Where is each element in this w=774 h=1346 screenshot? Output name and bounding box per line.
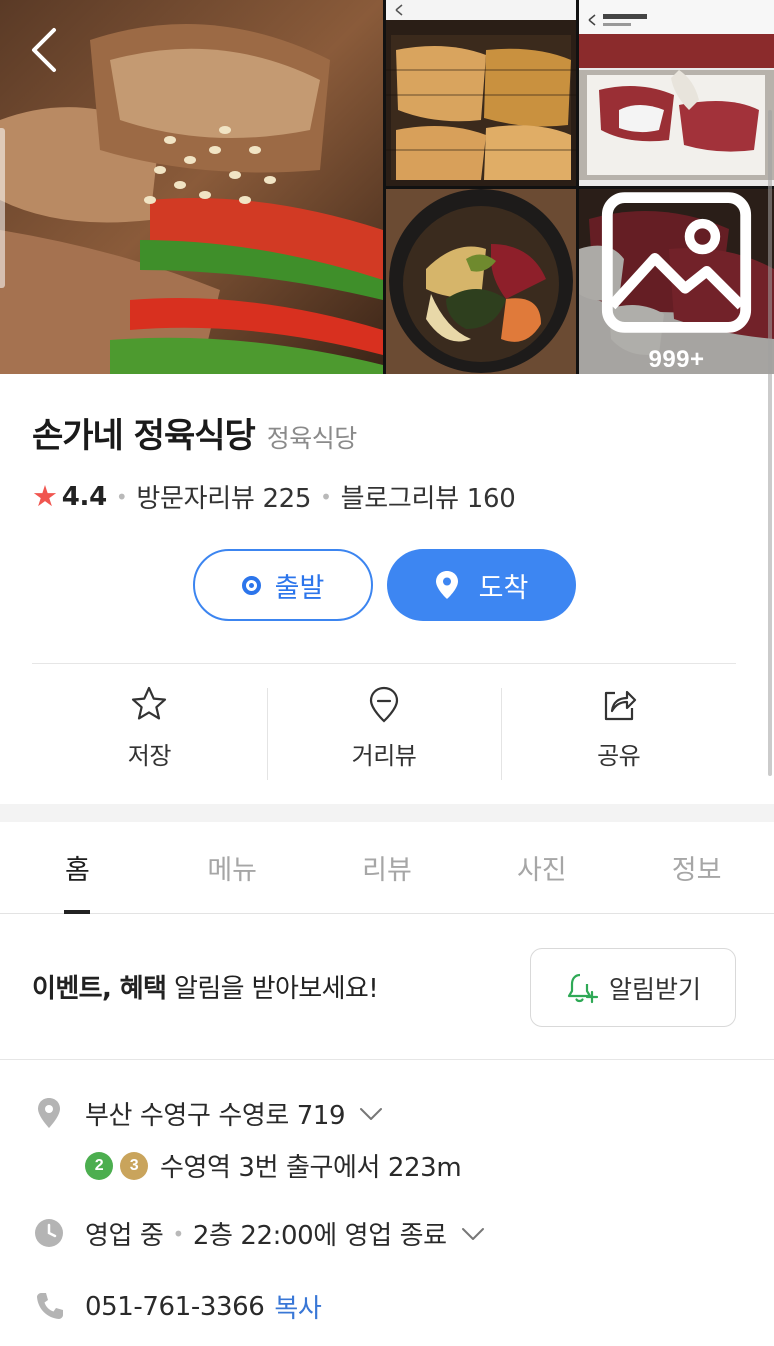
subway-text: 수영역 3번 출구에서 223m <box>160 1153 462 1183</box>
hours-detail: 2층 22:00에 영업 종료 <box>192 1221 447 1251</box>
chevron-left-icon <box>32 28 56 72</box>
hours-row[interactable]: 영업 중 • 2층 22:00에 영업 종료 <box>85 1215 485 1252</box>
subscribe-alarm-label: 알림받기 <box>608 974 701 1004</box>
photo-thumbnail-more[interactable]: 999+ <box>579 189 774 374</box>
save-button[interactable]: 저장 <box>32 664 267 784</box>
street-view-label: 거리뷰 <box>351 741 417 770</box>
arrive-label: 도착 <box>478 572 529 604</box>
start-label: 출발 <box>274 572 325 604</box>
phone-number[interactable]: 051-761-3366 <box>85 1292 265 1322</box>
star-outline-icon <box>132 686 167 719</box>
tab-bar: 홈 메뉴 리뷰 사진 정보 <box>0 822 774 914</box>
subscribe-alarm-button[interactable]: 알림받기 <box>530 948 736 1027</box>
rating-summary: ★ 4.4 • 방문자리뷰 225 • 블로그리뷰 160 <box>32 478 516 515</box>
share-icon <box>604 690 636 720</box>
scrollbar[interactable] <box>768 110 772 776</box>
clock-icon <box>34 1217 64 1249</box>
photo-thumbnail[interactable] <box>579 0 774 186</box>
chevron-down-icon[interactable] <box>461 1227 485 1241</box>
divider <box>0 1059 774 1060</box>
start-direction-button[interactable]: 출발 <box>193 549 373 621</box>
back-button[interactable] <box>22 24 70 76</box>
phone-row: 051-761-3366 복사 <box>85 1288 322 1325</box>
subway-line-3-badge: 3 <box>120 1151 148 1180</box>
phone-icon <box>34 1290 64 1322</box>
origin-icon <box>241 575 261 595</box>
share-button[interactable]: 공유 <box>501 664 736 784</box>
location-pin-icon <box>435 571 458 599</box>
copy-phone-link[interactable]: 복사 <box>274 1288 321 1325</box>
separator-dot: • <box>320 484 332 509</box>
image-icon <box>601 192 752 333</box>
photo-thumbnail[interactable] <box>386 0 576 186</box>
section-separator <box>0 804 774 822</box>
share-label: 공유 <box>597 741 641 770</box>
tab-photos[interactable]: 사진 <box>464 822 619 913</box>
place-name: 손가네 정육식당 <box>32 416 256 456</box>
tab-reviews[interactable]: 리뷰 <box>310 822 465 913</box>
alarm-prompt-bold: 이벤트, 혜택 <box>32 974 167 1004</box>
location-pin-icon <box>34 1097 64 1129</box>
save-label: 저장 <box>127 741 172 770</box>
street-view-button[interactable]: 거리뷰 <box>266 664 502 784</box>
tab-home[interactable]: 홈 <box>0 822 155 914</box>
separator-dot: • <box>115 484 128 509</box>
arrive-direction-button[interactable]: 도착 <box>387 549 576 621</box>
rating-score: 4.4 <box>61 481 107 512</box>
tab-info[interactable]: 정보 <box>619 822 774 913</box>
star-icon: ★ <box>32 479 58 513</box>
address-row[interactable]: 부산 수영구 수영로 719 <box>85 1095 383 1132</box>
alarm-prompt-rest: 알림을 받아보세요! <box>166 974 379 1004</box>
bell-plus-icon <box>567 973 599 1003</box>
alarm-prompt: 이벤트, 혜택 알림을 받아보세요! <box>32 968 379 1005</box>
more-photos-overlay[interactable]: 999+ <box>579 189 774 374</box>
photo-count: 999+ <box>648 346 705 373</box>
drawer-handle[interactable] <box>0 128 5 288</box>
hours-status: 영업 중 <box>85 1221 164 1251</box>
tab-menu[interactable]: 메뉴 <box>155 822 310 913</box>
address-text: 부산 수영구 수영로 719 <box>85 1101 346 1131</box>
subway-line-2-badge: 2 <box>85 1151 113 1180</box>
chevron-down-icon[interactable] <box>359 1107 383 1121</box>
photo-gallery: 999+ <box>0 0 774 374</box>
action-bar: 저장 거리뷰 공유 <box>32 664 736 784</box>
street-view-pin-icon <box>369 686 399 722</box>
place-title: 손가네 정육식당 정육식당 <box>32 408 357 457</box>
blog-reviews-link[interactable]: 블로그리뷰 160 <box>341 478 516 515</box>
subway-row: 2 3 수영역 3번 출구에서 223m <box>85 1147 462 1184</box>
visitor-reviews-link[interactable]: 방문자리뷰 225 <box>136 478 311 515</box>
place-category: 정육식당 <box>266 424 358 453</box>
photo-thumbnail[interactable] <box>386 189 576 374</box>
separator-dot: • <box>172 1221 184 1246</box>
